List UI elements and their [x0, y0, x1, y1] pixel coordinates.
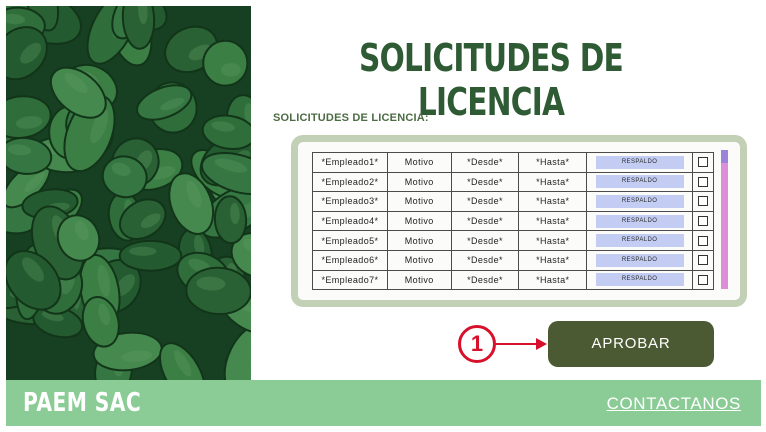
- reason-cell: Motivo: [386, 269, 452, 291]
- row-checkbox[interactable]: [698, 216, 708, 227]
- respaldo-button[interactable]: RESPALDO: [595, 253, 684, 267]
- attachment-cell: RESPALDO: [586, 210, 693, 232]
- employee-cell: *Empleado7*: [312, 269, 388, 291]
- reason-cell: Motivo: [386, 152, 452, 173]
- from-date-cell: *Desde*: [450, 171, 520, 193]
- respaldo-button[interactable]: RESPALDO: [595, 175, 684, 189]
- page-title: SOLICITUDES DE LICENCIA: [359, 36, 624, 124]
- to-date-cell: *Hasta*: [518, 191, 588, 212]
- from-date-cell: *Desde*: [450, 191, 520, 212]
- table-row: *Empleado1* Motivo *Desde* *Hasta* RESPALDO: [312, 152, 714, 173]
- footer-bar: PAEM SAC CONTACTANOS: [6, 380, 761, 426]
- select-cell: [692, 191, 714, 212]
- attachment-cell: RESPALDO: [586, 171, 693, 193]
- requests-table-container: *Empleado1* Motivo *Desde* *Hasta* RESPALDO *…: [291, 135, 747, 307]
- page-frame: SOLICITUDES DE LICENCIA SOLICITUDES DE L…: [6, 6, 761, 426]
- from-date-cell: *Desde*: [450, 152, 520, 173]
- respaldo-button[interactable]: RESPALDO: [595, 273, 684, 287]
- reason-cell: Motivo: [386, 171, 452, 193]
- employee-cell: *Empleado2*: [312, 171, 388, 193]
- scrollbar-thumb[interactable]: [721, 150, 728, 163]
- approve-button[interactable]: APROBAR: [548, 321, 714, 367]
- employee-cell: *Empleado5*: [312, 230, 388, 251]
- avocado-photo: [6, 6, 251, 381]
- employee-cell: *Empleado6*: [312, 249, 388, 271]
- employee-cell: *Empleado3*: [312, 191, 388, 212]
- employee-cell: *Empleado1*: [312, 152, 388, 173]
- select-cell: [692, 269, 714, 291]
- table-row: *Empleado4* Motivo *Desde* *Hasta* RESPALDO: [312, 210, 714, 232]
- respaldo-button[interactable]: RESPALDO: [595, 155, 684, 169]
- step-number-badge: 1: [458, 325, 496, 363]
- attachment-cell: RESPALDO: [586, 230, 693, 251]
- reason-cell: Motivo: [386, 191, 452, 212]
- to-date-cell: *Hasta*: [518, 269, 588, 291]
- to-date-cell: *Hasta*: [518, 210, 588, 232]
- reason-cell: Motivo: [386, 249, 452, 271]
- row-checkbox[interactable]: [698, 157, 708, 168]
- select-cell: [692, 210, 714, 232]
- table-scrollbar[interactable]: [721, 150, 728, 289]
- attachment-cell: RESPALDO: [586, 269, 693, 291]
- requests-table: *Empleado1* Motivo *Desde* *Hasta* RESPALDO *…: [312, 152, 714, 291]
- row-checkbox[interactable]: [698, 196, 708, 207]
- from-date-cell: *Desde*: [450, 249, 520, 271]
- row-checkbox[interactable]: [698, 274, 708, 285]
- table-row: *Empleado3* Motivo *Desde* *Hasta* RESPALDO: [312, 191, 714, 212]
- contact-link[interactable]: CONTACTANOS: [607, 394, 741, 414]
- attachment-cell: RESPALDO: [586, 191, 693, 212]
- select-cell: [692, 152, 714, 173]
- attachment-cell: RESPALDO: [586, 249, 693, 271]
- to-date-cell: *Hasta*: [518, 171, 588, 193]
- table-row: *Empleado5* Motivo *Desde* *Hasta* RESPALDO: [312, 230, 714, 251]
- employee-cell: *Empleado4*: [312, 210, 388, 232]
- from-date-cell: *Desde*: [450, 230, 520, 251]
- table-row: *Empleado2* Motivo *Desde* *Hasta* RESPALDO: [312, 171, 714, 193]
- reason-cell: Motivo: [386, 210, 452, 232]
- brand-logo-text: PAEM SAC: [23, 388, 142, 418]
- attachment-cell: RESPALDO: [586, 152, 693, 173]
- select-cell: [692, 171, 714, 193]
- arrow-right-icon: [496, 338, 547, 350]
- respaldo-button[interactable]: RESPALDO: [595, 234, 684, 248]
- select-cell: [692, 230, 714, 251]
- respaldo-button[interactable]: RESPALDO: [595, 194, 684, 208]
- table-row: *Empleado7* Motivo *Desde* *Hasta* RESPALDO: [312, 269, 714, 291]
- row-checkbox[interactable]: [698, 176, 708, 187]
- from-date-cell: *Desde*: [450, 269, 520, 291]
- table-row: *Empleado6* Motivo *Desde* *Hasta* RESPALDO: [312, 249, 714, 271]
- to-date-cell: *Hasta*: [518, 152, 588, 173]
- to-date-cell: *Hasta*: [518, 249, 588, 271]
- row-checkbox[interactable]: [698, 235, 708, 246]
- to-date-cell: *Hasta*: [518, 230, 588, 251]
- reason-cell: Motivo: [386, 230, 452, 251]
- select-cell: [692, 249, 714, 271]
- row-checkbox[interactable]: [698, 255, 708, 266]
- from-date-cell: *Desde*: [450, 210, 520, 232]
- section-subtitle: SOLICITUDES DE LICENCIA:: [273, 112, 429, 124]
- respaldo-button[interactable]: RESPALDO: [595, 214, 684, 228]
